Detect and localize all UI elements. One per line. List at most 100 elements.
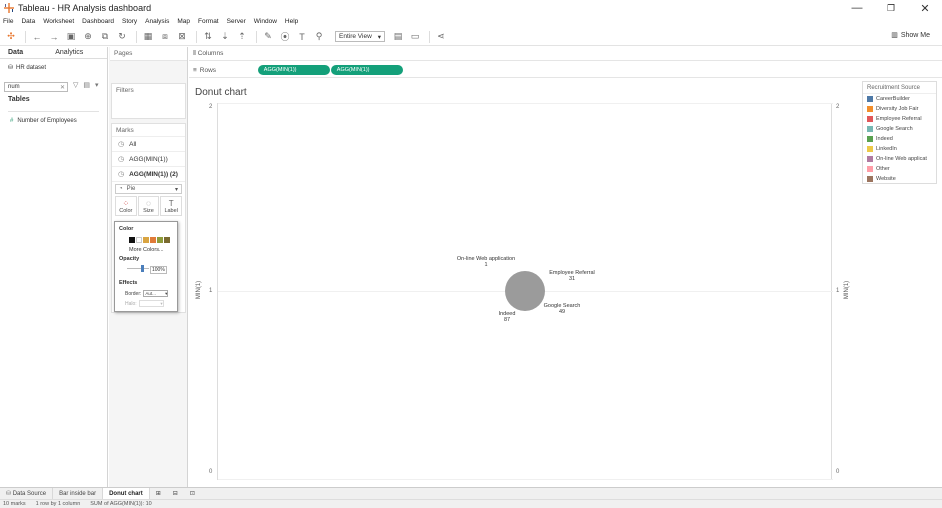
row-pill-2[interactable]: AGG(MIN(1)) <box>330 65 403 75</box>
presentation-icon[interactable]: ▭ <box>408 31 422 43</box>
y-tick-right-0: 0 <box>836 469 840 475</box>
sort-desc-icon[interactable]: ⇡ <box>235 31 249 43</box>
opacity-slider-handle[interactable] <box>141 265 144 272</box>
color-swatch[interactable] <box>129 237 135 243</box>
menu-worksheet[interactable]: Worksheet <box>43 18 74 25</box>
border-row: Border: Aut... ▾ <box>125 290 169 297</box>
tab-data[interactable]: Data <box>0 47 31 58</box>
clear-search-icon[interactable]: ✕ <box>60 84 65 91</box>
legend-swatch <box>867 166 873 172</box>
tableau-home-icon[interactable]: ✣ <box>4 31 18 43</box>
legend-item[interactable]: Diversity Job Fair <box>863 104 936 114</box>
chevron-down-icon: ▾ <box>160 300 163 306</box>
label-button[interactable]: T Label <box>160 196 183 216</box>
gridline <box>218 479 833 480</box>
marks-agg-min-1-2[interactable]: ◷ AGG(MIN(1)) (2) <box>112 167 185 182</box>
show-labels-icon[interactable]: T <box>295 31 309 43</box>
undo-icon[interactable]: ← <box>30 31 44 43</box>
menu-story[interactable]: Story <box>122 18 137 25</box>
menu-server[interactable]: Server <box>227 18 246 25</box>
row-pill-1[interactable]: AGG(MIN(1)) <box>257 65 330 75</box>
legend-item[interactable]: Website <box>863 174 936 184</box>
datasource-item[interactable]: ⛁ HR dataset <box>0 59 107 76</box>
clear-sheet-icon[interactable]: ⊠ <box>175 31 189 43</box>
show-cards-icon[interactable]: ▤ <box>391 31 405 43</box>
legend-label: Website <box>876 176 896 182</box>
close-button[interactable]: ✕ <box>908 0 942 16</box>
sort-asc-icon[interactable]: ⇣ <box>218 31 232 43</box>
legend-label: Google Search <box>876 126 913 132</box>
menu-help[interactable]: Help <box>285 18 298 25</box>
legend-item[interactable]: Employee Referral <box>863 114 936 124</box>
columns-shelf[interactable]: ⦀ Columns <box>189 47 942 61</box>
more-colors-link[interactable]: More Colors... <box>129 247 164 253</box>
marks-row-label: AGG(MIN(1)) (2) <box>129 170 178 178</box>
chevron-down-icon[interactable]: ▾ <box>95 81 99 89</box>
menu-data[interactable]: Data <box>21 18 35 25</box>
new-datasource-icon[interactable]: ⊕ <box>81 31 95 43</box>
view-options-icon[interactable]: ▤ <box>83 81 90 89</box>
color-button[interactable]: ⁘ Color <box>115 196 137 216</box>
legend-item[interactable]: CareerBuilder <box>863 94 936 104</box>
marks-all[interactable]: ◷ All <box>112 137 185 152</box>
pages-shelf[interactable]: Pages <box>110 47 187 61</box>
new-worksheet-icon[interactable]: ▦ <box>141 31 155 43</box>
filters-card[interactable]: Filters <box>111 83 186 119</box>
legend-item[interactable]: LinkedIn <box>863 144 936 154</box>
new-story-icon[interactable]: ⊡ <box>184 488 201 500</box>
opacity-slider[interactable] <box>127 268 149 269</box>
minimize-button[interactable]: — <box>840 0 874 16</box>
mark-type-dropdown[interactable]: ◔ Pie ▾ <box>115 184 182 194</box>
field-number-of-employees[interactable]: # Number of Employees <box>0 118 107 124</box>
color-swatch[interactable] <box>150 237 156 243</box>
title-bar: Tableau - HR Analysis dashboard — ❐ ✕ <box>0 0 942 16</box>
size-button[interactable]: ◌ Size <box>137 196 160 216</box>
fit-dropdown[interactable]: Entire View ▾ <box>335 31 385 42</box>
fix-axes-icon[interactable]: ⚲ <box>312 31 326 43</box>
filter-icon[interactable]: ▽ <box>73 81 78 89</box>
border-dropdown[interactable]: Aut... ▾ <box>143 290 169 297</box>
duplicate-sheet-icon[interactable]: ⧈ <box>158 31 172 43</box>
field-search-input[interactable]: num ✕ <box>4 82 68 92</box>
redo-icon[interactable]: → <box>47 31 61 43</box>
tab-data-source[interactable]: ⛁ Data Source <box>0 487 54 500</box>
color-swatch[interactable] <box>157 237 163 243</box>
legend-item[interactable]: Other <box>863 164 936 174</box>
color-swatch[interactable] <box>136 237 142 243</box>
show-me-button[interactable]: ▥ Show Me <box>891 31 930 40</box>
chevron-down-icon: ▾ <box>165 290 168 296</box>
tab-donut-chart[interactable]: Donut chart <box>103 487 150 500</box>
legend-title: Recruitment Source <box>863 82 936 94</box>
status-bar: 10 marks 1 row by 1 column SUM of AGG(MI… <box>0 499 942 508</box>
marks-agg-min-1[interactable]: ◷ AGG(MIN(1)) <box>112 152 185 167</box>
tab-analytics[interactable]: Analytics <box>47 47 91 58</box>
legend-item[interactable]: Indeed <box>863 134 936 144</box>
refresh-icon[interactable]: ↻ <box>115 31 129 43</box>
pie-slice-label: Indeed 87 <box>467 311 547 323</box>
opacity-value-input[interactable]: 100% <box>150 266 167 274</box>
legend-item[interactable]: Google Search <box>863 124 936 134</box>
group-icon[interactable]: ⦿ <box>278 31 292 43</box>
share-icon[interactable]: ⋖ <box>434 31 448 43</box>
menu-map[interactable]: Map <box>177 18 190 25</box>
menu-window[interactable]: Window <box>254 18 277 25</box>
menu-file[interactable]: File <box>3 18 13 25</box>
pause-updates-icon[interactable]: ⧉ <box>98 31 112 43</box>
color-swatch[interactable] <box>143 237 149 243</box>
new-dashboard-icon[interactable]: ⊟ <box>167 488 184 500</box>
save-icon[interactable]: ▣ <box>64 31 78 43</box>
menu-dashboard[interactable]: Dashboard <box>82 18 114 25</box>
menu-format[interactable]: Format <box>198 18 219 25</box>
status-sum: SUM of AGG(MIN(1)): 10 <box>90 501 152 507</box>
color-swatch[interactable] <box>164 237 170 243</box>
toolbar-divider <box>136 30 137 43</box>
rows-shelf[interactable]: ≡ Rows AGG(MIN(1)) AGG(MIN(1)) <box>189 63 942 78</box>
highlight-icon[interactable]: ✎ <box>261 31 275 43</box>
tab-bar-inside-bar[interactable]: Bar inside bar <box>53 487 104 500</box>
swap-icon[interactable]: ⇅ <box>201 31 215 43</box>
view-title: Donut chart <box>195 87 247 98</box>
legend-item[interactable]: On-line Web applicat <box>863 154 936 164</box>
restore-button[interactable]: ❐ <box>874 0 908 16</box>
new-worksheet-icon[interactable]: ⊞ <box>150 488 167 500</box>
menu-analysis[interactable]: Analysis <box>145 18 169 25</box>
